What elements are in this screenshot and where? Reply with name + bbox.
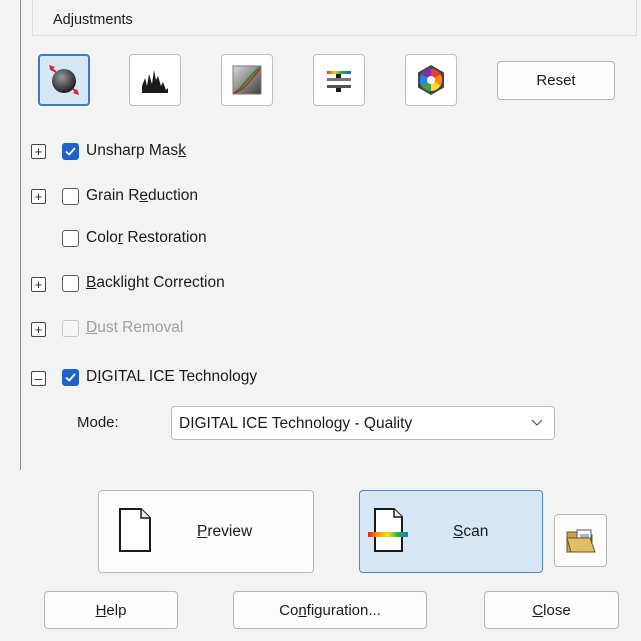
grain-reduction-checkbox[interactable]	[62, 188, 79, 205]
scan-button-label: Scan	[453, 523, 489, 540]
auto-exposure-icon	[49, 65, 79, 95]
grain-reduction-label: Grain Reduction	[86, 187, 199, 204]
histogram-adjustment-button[interactable]	[129, 54, 181, 106]
chevron-down-icon	[531, 419, 543, 426]
reset-button-label: Reset	[536, 72, 576, 89]
document-icon	[119, 508, 151, 552]
configuration-button-label: Configuration...	[279, 601, 381, 619]
digital-ice-label: DIGITAL ICE Technology	[86, 368, 258, 385]
close-button-label: Close	[532, 601, 571, 619]
tone-curve-icon	[232, 65, 262, 95]
help-button-label: Help	[95, 601, 127, 619]
unsharp-mask-label: Unsharp Mask	[86, 142, 186, 159]
mode-selected-value: DIGITAL ICE Technology - Quality	[179, 415, 413, 432]
configuration-button[interactable]: Configuration...	[233, 591, 427, 629]
preview-button[interactable]: Preview	[98, 490, 314, 573]
digital-ice-checkbox[interactable]	[62, 369, 79, 386]
backlight-correction-expander[interactable]: +	[31, 277, 46, 292]
save-folder-button[interactable]	[554, 514, 607, 567]
scan-document-icon	[368, 508, 408, 552]
folder-icon	[565, 529, 596, 552]
adjustments-title: Adjustments	[53, 12, 133, 28]
mode-label: Mode:	[77, 414, 119, 431]
color-restoration-label: Color Restoration	[86, 229, 207, 246]
unsharp-mask-checkbox[interactable]	[62, 143, 79, 160]
dust-removal-expander[interactable]: +	[31, 322, 46, 337]
help-button[interactable]: Help	[44, 591, 178, 629]
panel-left-border	[20, 0, 21, 470]
reset-button[interactable]: Reset	[497, 61, 615, 100]
dust-removal-label: Dust Removal	[86, 319, 184, 336]
auto-exposure-button[interactable]	[38, 54, 90, 106]
checkmark-icon	[65, 373, 76, 382]
checkmark-icon	[65, 147, 76, 156]
mode-select[interactable]: DIGITAL ICE Technology - Quality	[171, 406, 555, 440]
backlight-correction-checkbox[interactable]	[62, 275, 79, 292]
backlight-correction-label: Backlight Correction	[86, 274, 225, 291]
sliders-icon	[327, 71, 351, 92]
scan-button[interactable]: Scan	[359, 490, 543, 573]
image-adjustment-button[interactable]	[313, 54, 365, 106]
digital-ice-collapser[interactable]: –	[31, 371, 46, 386]
dust-removal-checkbox[interactable]	[62, 320, 79, 337]
close-button[interactable]: Close	[484, 591, 619, 629]
preview-button-label: Preview	[197, 523, 253, 540]
color-wheel-icon	[418, 65, 444, 95]
grain-reduction-expander[interactable]: +	[31, 189, 46, 204]
color-palette-button[interactable]	[405, 54, 457, 106]
unsharp-mask-expander[interactable]: +	[31, 144, 46, 159]
histogram-icon	[140, 65, 170, 95]
tone-correction-button[interactable]	[221, 54, 273, 106]
color-restoration-checkbox[interactable]	[62, 230, 79, 247]
